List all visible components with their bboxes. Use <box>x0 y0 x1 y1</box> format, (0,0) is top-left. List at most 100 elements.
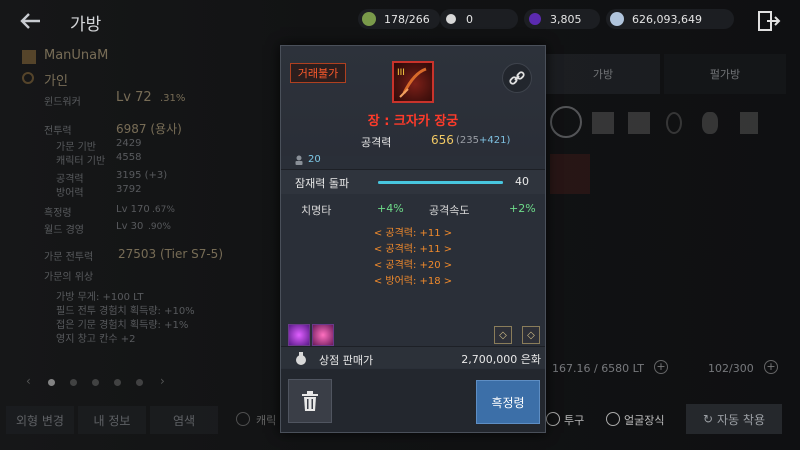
carousel-dot[interactable] <box>70 379 77 386</box>
carousel-dot[interactable] <box>114 379 121 386</box>
defense-label: 방어력 <box>56 188 84 199</box>
appearance-label: 외형 변경 <box>16 413 64 428</box>
combat-power: 6987 (용사) <box>116 122 182 136</box>
tab-bag[interactable]: 가방 <box>546 54 660 94</box>
pearl-pill: 0 <box>440 9 518 29</box>
potential-row: 잠재력 돌파 40 <box>281 170 545 194</box>
character-checkbox-label: 캐릭 <box>256 414 277 427</box>
sell-price-row: 상점 판매가 2,700,000 은화 <box>281 346 545 368</box>
world-value: Lv 30 <box>116 221 144 232</box>
crit-value: +4% <box>377 202 404 215</box>
add-slots-icon[interactable]: + <box>764 360 778 374</box>
character-name: ManUnaM <box>44 48 109 63</box>
skill-icon[interactable] <box>312 324 334 346</box>
add-weight-icon[interactable]: + <box>654 360 668 374</box>
person-icon <box>295 155 303 165</box>
pearl-icon <box>446 14 456 24</box>
attack-label: 공격력 <box>361 136 392 149</box>
black-gem-icon <box>529 13 541 25</box>
potential-bar-fill <box>378 181 503 184</box>
skill-icon[interactable] <box>288 324 310 346</box>
armor-slot[interactable] <box>592 112 614 134</box>
sell-price-label: 상점 판매가 <box>319 354 374 367</box>
class-icon <box>22 72 34 84</box>
weapon-slot[interactable] <box>550 106 582 138</box>
world-label: 월드 경영 <box>44 225 84 236</box>
page-title: 가방 <box>70 15 102 35</box>
tooltip-footer: 흑정령 <box>281 369 545 432</box>
black-spirit-button[interactable]: 흑정령 <box>476 380 540 424</box>
sell-price-value: 2,700,000 은화 <box>461 353 541 366</box>
link-button[interactable] <box>502 63 532 93</box>
attack-value: 3195 (+3) <box>116 170 168 181</box>
bag-slots: 102/300 <box>708 362 754 375</box>
char-base-value: 4558 <box>116 152 142 163</box>
attack-value: 656 <box>431 133 454 147</box>
untradeable-badge: 거래불가 <box>290 63 346 83</box>
carousel-dot[interactable] <box>48 379 55 386</box>
character-info-panel: ManUnaM 가인 윈드워커 Lv 72 .31% 전투력 6987 (용사)… <box>0 40 260 450</box>
level-req-value: 20 <box>308 154 321 165</box>
helmet-checkbox[interactable] <box>546 412 560 426</box>
gloves-slot[interactable] <box>628 112 650 134</box>
dye-label: 염색 <box>172 413 196 428</box>
prestige-item: 필드 전투 경험치 획득량: +10% <box>56 306 195 317</box>
face-accessory-checkbox[interactable] <box>606 412 620 426</box>
family-power-label: 가문 전투력 <box>44 252 94 263</box>
stamina-icon <box>362 12 376 26</box>
discard-button[interactable] <box>288 379 332 423</box>
carousel-dot[interactable] <box>136 379 143 386</box>
level-pct: .31% <box>160 93 186 104</box>
helmet-checkbox-label: 투구 <box>564 414 585 427</box>
prestige-item: 가방 무게: +100 LT <box>56 292 144 303</box>
my-info-button[interactable]: 내 정보 <box>78 406 146 434</box>
pearl-value: 0 <box>466 12 473 26</box>
refresh-icon: ↻ <box>702 412 714 426</box>
family-base-label: 가문 기반 <box>56 142 96 153</box>
tab-pearl-bag[interactable]: 펄가방 <box>664 54 786 94</box>
stamina-value: 178/266 <box>384 12 430 26</box>
appearance-button[interactable]: 외형 변경 <box>6 406 74 434</box>
auto-equip-label: 자동 착용 <box>717 412 766 427</box>
combat-power-label: 전투력 <box>44 126 72 137</box>
carousel-prev-icon[interactable]: ‹ <box>26 374 31 388</box>
character-checkbox[interactable] <box>236 412 250 426</box>
money-bag-icon <box>296 352 306 365</box>
belt-slot[interactable] <box>702 112 718 134</box>
top-bar: 가방 178/266 0 3,805 626,093,649 <box>0 0 800 40</box>
carousel-dot[interactable] <box>92 379 99 386</box>
link-icon <box>509 71 525 85</box>
black-spirit-pct: .67% <box>152 205 175 215</box>
ring-slot[interactable] <box>666 112 682 134</box>
bow-direction-icon[interactable]: ◇ <box>522 326 540 344</box>
svg-text:III: III <box>397 68 405 78</box>
black-spirit-label: 흑정령 <box>44 208 72 219</box>
exit-door-icon[interactable] <box>757 10 781 32</box>
carousel-next-icon[interactable]: › <box>160 374 165 388</box>
tab-bag-label: 가방 <box>592 68 614 81</box>
prestige-item: 영지 창고 칸수 +2 <box>56 334 136 345</box>
family-crest-icon <box>22 50 36 64</box>
bonus-option: < 공격력: +11 > <box>373 228 453 239</box>
auto-equip-button[interactable]: ↻ 자동 착용 <box>686 404 782 434</box>
alchemy-slot[interactable] <box>740 112 758 134</box>
atk-speed-label: 공격속도 <box>429 204 470 217</box>
inventory-panel: 가방 펄가방 167.16 / 6580 LT + 102/300 + <box>540 48 800 450</box>
potential-bar <box>378 181 503 184</box>
dye-button[interactable]: 염색 <box>150 406 218 434</box>
bow-direction-icon[interactable]: ◇ <box>494 326 512 344</box>
attack-label: 공격력 <box>56 174 84 185</box>
world-pct: .90% <box>148 222 171 232</box>
item-name: 장 : 크자카 장궁 <box>367 114 459 129</box>
back-arrow-icon[interactable] <box>18 11 42 31</box>
black-gem-value: 3,805 <box>550 12 582 26</box>
class-name: 윈드워커 <box>44 97 81 108</box>
prestige-label: 가문의 위상 <box>44 272 94 283</box>
bonus-option: < 공격력: +11 > <box>373 244 453 255</box>
inventory-item-slot[interactable] <box>550 154 590 194</box>
family-power: 27503 (Tier S7-5) <box>118 247 223 261</box>
silver-coin-icon <box>610 12 624 26</box>
stamina-pill: 178/266 <box>358 9 440 29</box>
family-name: 가인 <box>44 74 68 89</box>
attack-bonus: +421) <box>479 135 511 146</box>
